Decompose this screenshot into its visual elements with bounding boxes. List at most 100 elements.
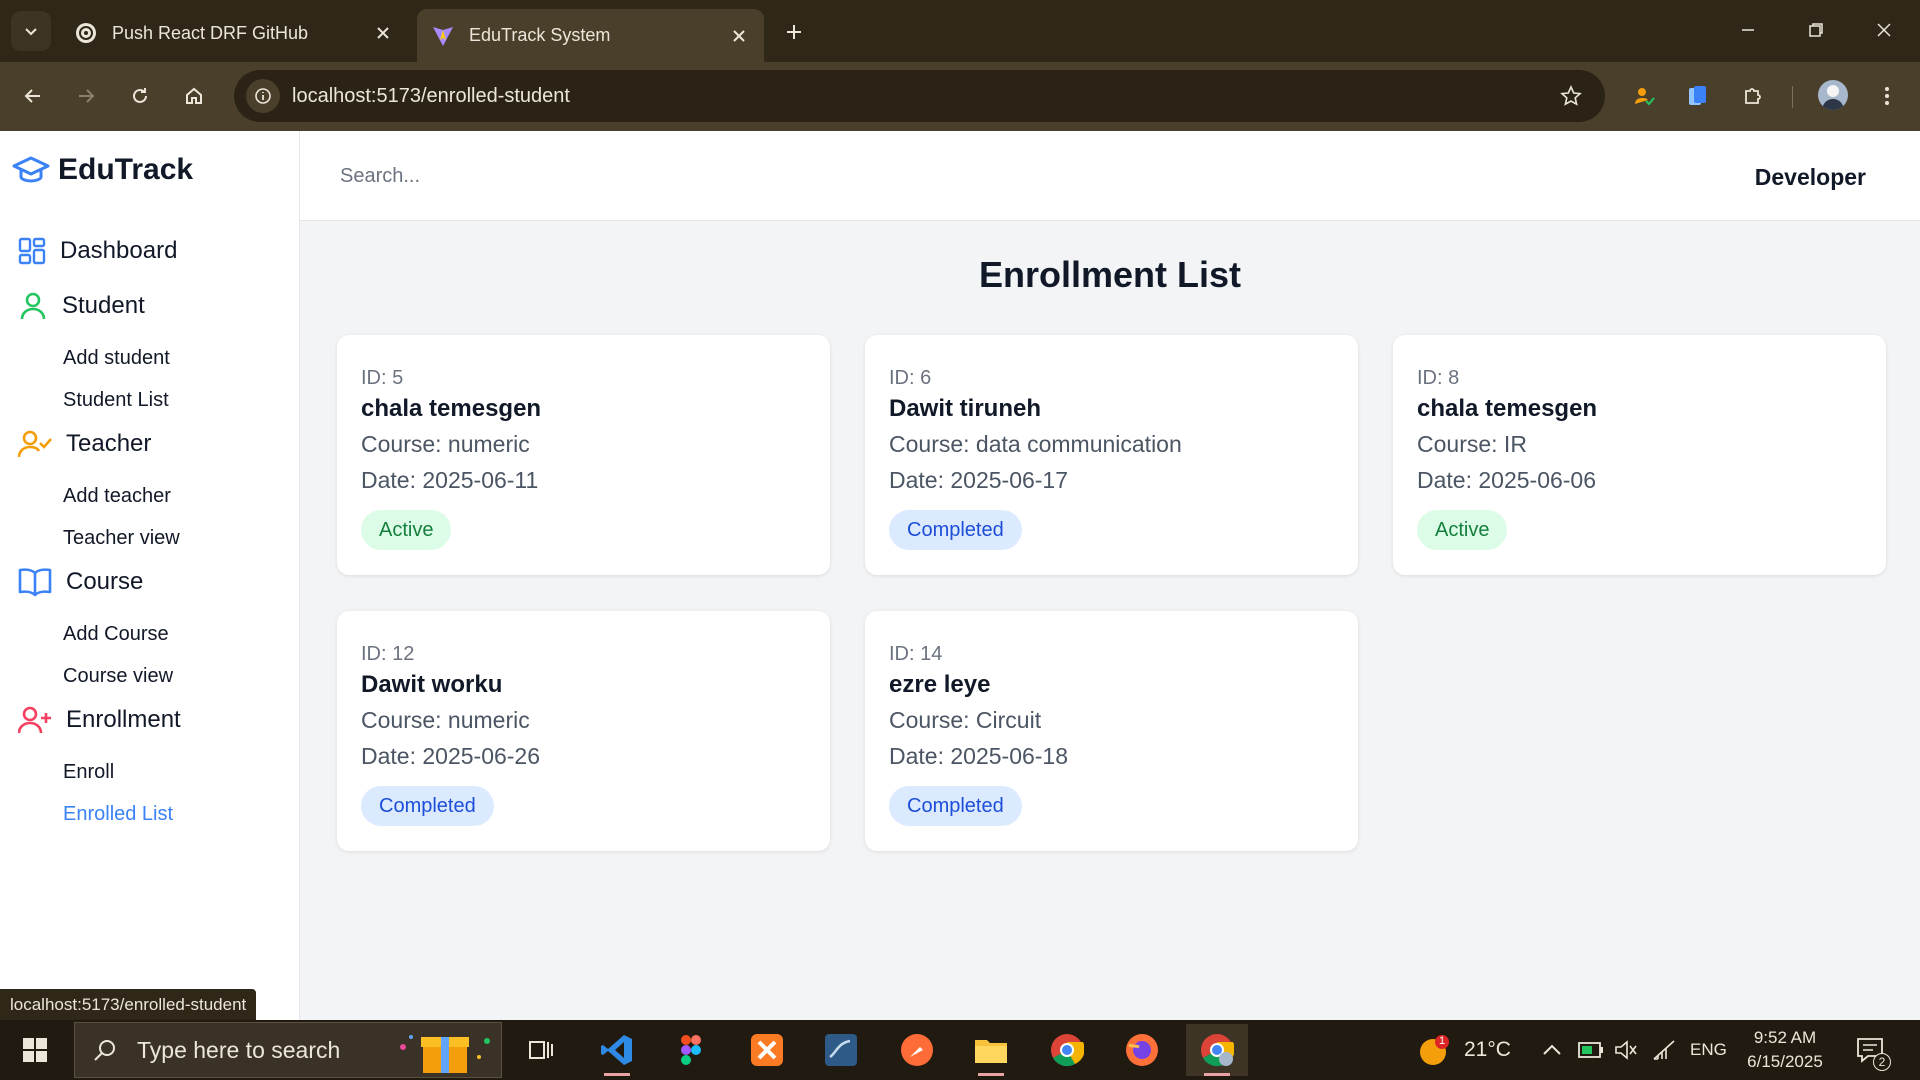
weather-widget[interactable]: 1 21°C [1416, 1020, 1511, 1080]
volume-muted-icon [1615, 1040, 1637, 1060]
status-badge: Completed [889, 786, 1022, 826]
sidebar-item-student[interactable]: Student [18, 291, 145, 321]
profile-avatar[interactable] [1818, 80, 1848, 110]
tab-title: EduTrack System [469, 25, 611, 45]
sidebar-link-course-view[interactable]: Course view [63, 665, 173, 688]
address-bar[interactable]: localhost:5173/enrolled-student [234, 70, 1605, 122]
user-check-icon [18, 430, 52, 458]
close-tab-icon[interactable] [372, 22, 394, 44]
taskbar-xampp[interactable] [736, 1024, 798, 1076]
chrome-icon [1051, 1034, 1084, 1067]
sidebar-item-label: Enrollment [66, 706, 181, 733]
sidebar-item-label: Course [66, 568, 144, 595]
browser-tab-github[interactable]: Push React DRF GitHub [60, 9, 408, 57]
url-text[interactable]: localhost:5173/enrolled-student [292, 85, 1551, 108]
tab-search-button[interactable] [11, 11, 51, 51]
student-name: Dawit tiruneh [889, 395, 1042, 422]
restore-icon [1809, 23, 1823, 37]
enrollment-course: Course: numeric [361, 431, 530, 457]
notification-center[interactable]: 2 [1856, 1020, 1891, 1080]
sidebar-link-add-course[interactable]: Add Course [63, 623, 169, 646]
windows-taskbar: Type here to search 1 21°C ENG 9:52 AM 6… [0, 1020, 1920, 1080]
back-button[interactable] [13, 76, 53, 116]
chevron-up-icon [1543, 1044, 1561, 1055]
chrome-icon [1201, 1034, 1234, 1067]
task-view-button[interactable] [509, 1024, 571, 1076]
taskbar-postman[interactable] [886, 1024, 948, 1076]
enrollment-course: Course: IR [1417, 431, 1527, 457]
extensions-puzzle-icon[interactable] [1733, 76, 1773, 116]
enrollment-card: ID: 6 Dawit tiruneh Course: data communi… [865, 335, 1358, 575]
sidebar-item-teacher[interactable]: Teacher [18, 429, 151, 459]
brand-logo[interactable]: EduTrack [12, 153, 193, 187]
folder-icon [975, 1040, 1007, 1063]
taskbar-chrome[interactable] [1036, 1024, 1098, 1076]
status-badge: Completed [889, 510, 1022, 550]
minimize-button[interactable] [1728, 12, 1768, 48]
close-window-button[interactable] [1864, 12, 1904, 48]
sidebar-item-dashboard[interactable]: Dashboard [18, 237, 177, 265]
brand-name: EduTrack [58, 153, 194, 186]
network-status[interactable] [1652, 1020, 1676, 1080]
sidebar-link-teacher-view[interactable]: Teacher view [63, 527, 180, 550]
sidebar-link-student-list[interactable]: Student List [63, 389, 169, 412]
browser-tab-edutrack[interactable]: EduTrack System [417, 9, 764, 62]
taskbar-chrome-profile[interactable] [1186, 1024, 1248, 1076]
page-title: Enrollment List [978, 254, 1242, 295]
forward-button[interactable] [66, 76, 106, 116]
sidebar: EduTrack Dashboard Student Add student S… [0, 131, 300, 1020]
input-language[interactable]: ENG [1690, 1020, 1727, 1080]
sidebar-link-add-student[interactable]: Add student [63, 347, 170, 370]
taskbar-clock[interactable]: 9:52 AM 6/15/2025 [1730, 1026, 1840, 1074]
mysql-workbench-icon [825, 1034, 857, 1066]
show-hidden-icons[interactable] [1542, 1020, 1562, 1080]
user-name[interactable]: Developer [1755, 164, 1866, 191]
student-name: chala temesgen [1417, 395, 1598, 422]
link-status-tooltip: localhost:5173/enrolled-student [0, 989, 257, 1020]
battery-icon [1578, 1042, 1603, 1058]
bookmark-star-icon[interactable] [1551, 76, 1591, 116]
browser-menu-icon[interactable] [1867, 76, 1907, 116]
enrollment-id: ID: 14 [889, 643, 943, 665]
home-icon [186, 87, 202, 104]
restore-button[interactable] [1796, 12, 1836, 48]
close-tab-icon[interactable] [728, 25, 750, 47]
taskbar-firefox[interactable] [1111, 1024, 1173, 1076]
home-button[interactable] [174, 76, 214, 116]
extension-docs-icon[interactable] [1678, 76, 1718, 116]
taskbar-figma[interactable] [660, 1024, 722, 1076]
taskbar-search-placeholder: Type here to search [137, 1036, 341, 1063]
search-input[interactable] [340, 155, 940, 197]
enrollment-id: ID: 6 [889, 367, 932, 389]
sidebar-link-add-teacher[interactable]: Add teacher [63, 485, 171, 508]
enrollment-date: Date: 2025-06-26 [361, 743, 541, 769]
enrollment-card: ID: 14 ezre leye Course: Circuit Date: 2… [865, 611, 1358, 851]
taskbar-mysql-workbench[interactable] [810, 1024, 872, 1076]
browser-toolbar: localhost:5173/enrolled-student [0, 62, 1920, 131]
gift-icon [400, 1035, 490, 1073]
enrollment-card: ID: 8 chala temesgen Course: IR Date: 20… [1393, 335, 1886, 575]
reload-button[interactable] [120, 76, 160, 116]
extension-person-icon[interactable] [1624, 76, 1664, 116]
close-icon [1877, 23, 1891, 37]
sidebar-link-enrolled-list[interactable]: Enrolled List [63, 803, 173, 826]
chevron-down-icon [25, 28, 37, 36]
sidebar-item-enrollment[interactable]: Enrollment [18, 705, 181, 735]
tab-title: Push React DRF GitHub [112, 22, 309, 43]
taskbar-file-explorer[interactable] [960, 1024, 1022, 1076]
start-button[interactable] [10, 1030, 60, 1070]
taskbar-vscode[interactable] [586, 1024, 648, 1076]
battery-status[interactable] [1578, 1020, 1604, 1080]
new-tab-button[interactable] [776, 14, 812, 50]
weather-temperature: 21°C [1464, 1038, 1511, 1061]
taskbar-search-box[interactable]: Type here to search [74, 1022, 502, 1078]
volume-control[interactable] [1614, 1020, 1638, 1080]
sidebar-item-course[interactable]: Course [18, 567, 143, 597]
enrollment-date: Date: 2025-06-18 [889, 743, 1069, 769]
sidebar-link-enroll[interactable]: Enroll [63, 761, 114, 784]
sidebar-item-label: Teacher [66, 430, 152, 457]
task-view-icon [529, 1041, 553, 1059]
book-open-icon [18, 568, 52, 597]
vscode-icon [601, 1035, 632, 1065]
site-info-icon[interactable] [246, 79, 280, 113]
